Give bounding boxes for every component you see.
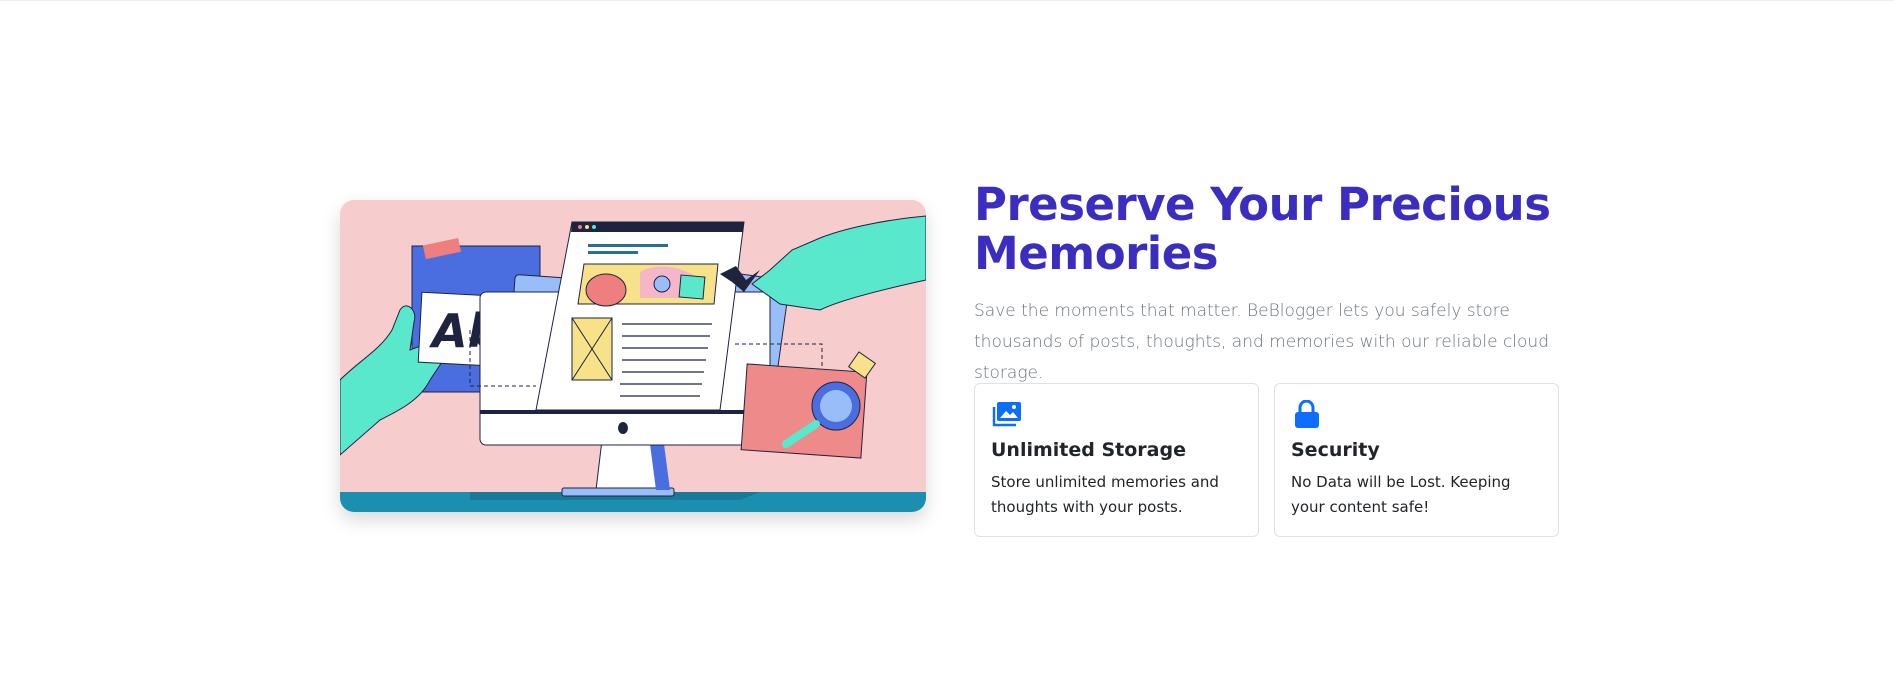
feature-text: Store unlimited memories and thoughts wi… bbox=[991, 473, 1219, 516]
feature-card-security: Security No Data will be Lost. Keeping y… bbox=[1274, 383, 1559, 537]
feature-title: Unlimited Storage bbox=[991, 439, 1186, 461]
lock-icon bbox=[1295, 400, 1319, 428]
hero-content: Preserve Your Precious Memories Save the… bbox=[974, 178, 1574, 537]
feature-cards: Unlimited Storage Store unlimited memori… bbox=[974, 383, 1574, 537]
images-icon bbox=[992, 402, 1021, 427]
feature-card-storage: Unlimited Storage Store unlimited memori… bbox=[974, 383, 1259, 537]
page-title: Preserve Your Precious Memories bbox=[974, 178, 1551, 280]
top-divider bbox=[0, 0, 1894, 1]
features-section: Ab Preserve Your Precious Memories Save … bbox=[340, 180, 1560, 540]
hero-description: Save the moments that matter. BeBlogger … bbox=[974, 301, 1549, 383]
feature-text: No Data will be Lost. Keeping your conte… bbox=[1291, 473, 1511, 516]
feature-title: Security bbox=[1291, 439, 1380, 461]
hero-illustration: Ab bbox=[340, 200, 926, 512]
